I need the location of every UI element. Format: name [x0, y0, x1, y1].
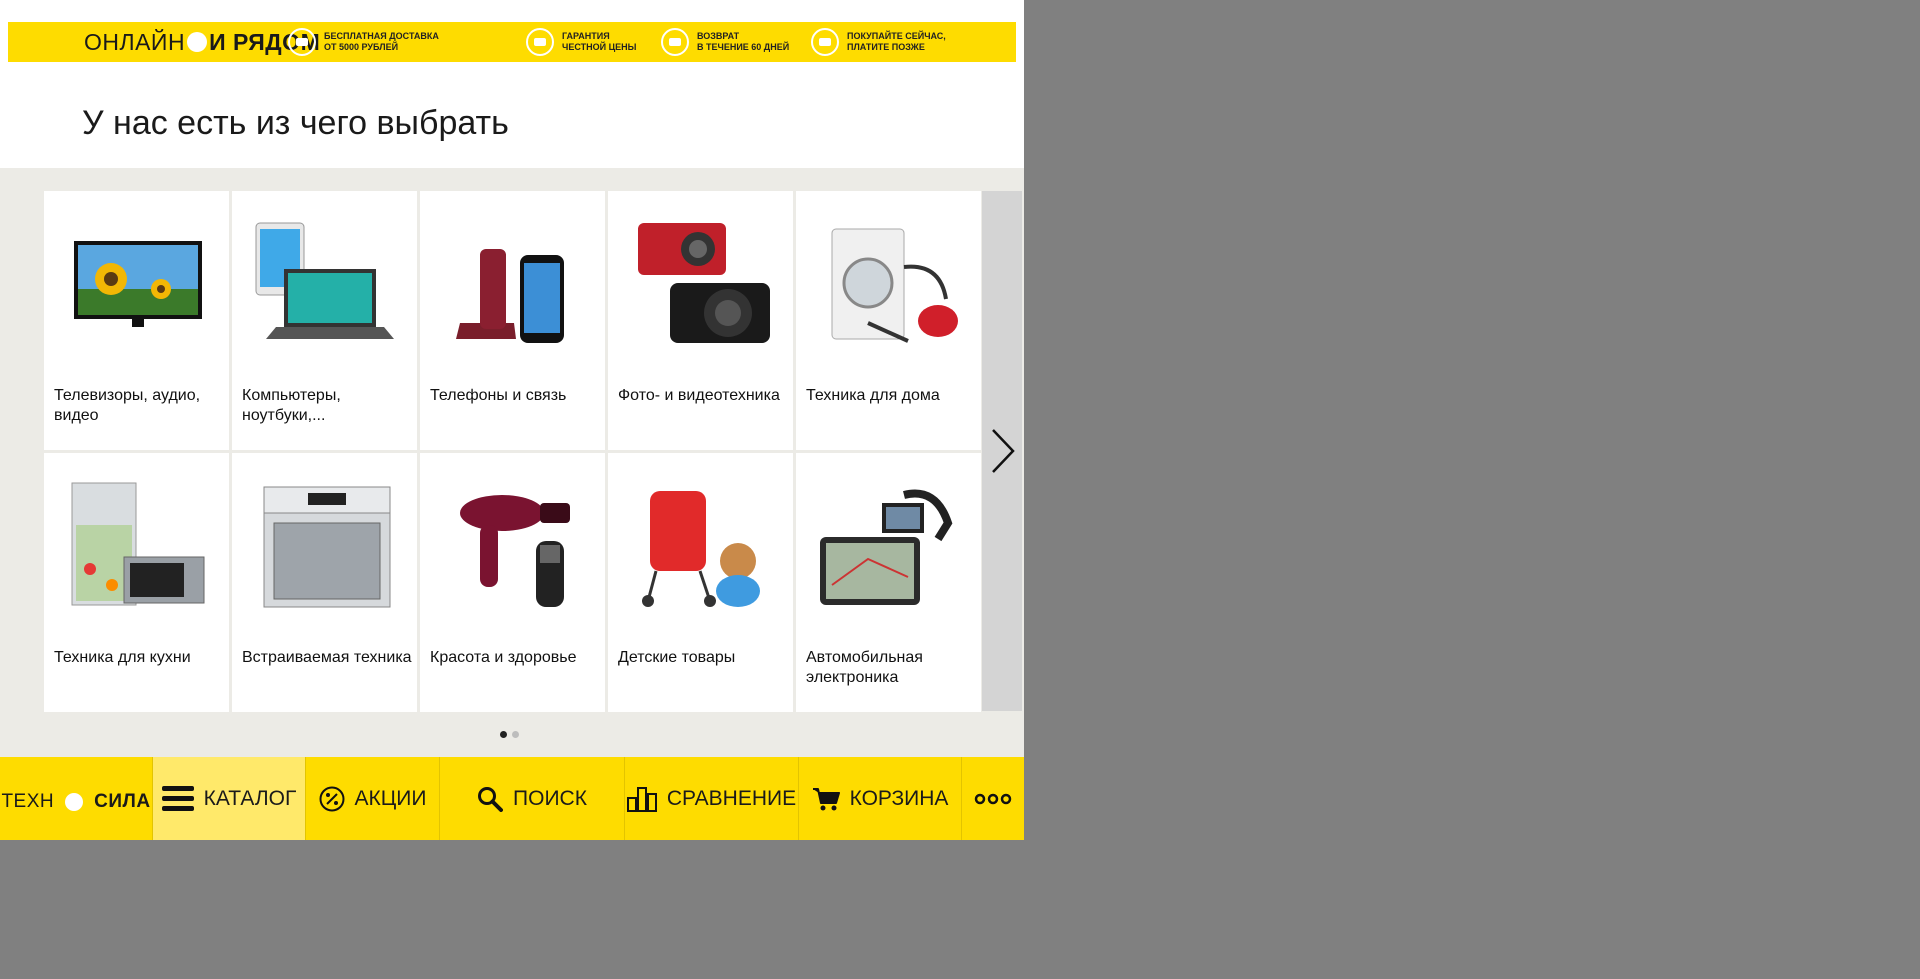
promo-feature-credit: ПОКУПАЙТЕ СЕЙЧАС, ПЛАТИТЕ ПОЗЖЕ	[811, 28, 946, 56]
nav-label: СРАВНЕНИЕ	[666, 786, 797, 810]
credit-icon	[811, 28, 839, 56]
laptop-tablet-icon	[255, 222, 394, 339]
category-card-home[interactable]: Техника для дома	[796, 191, 981, 450]
category-card-photo[interactable]: Фото- и видеотехника	[608, 191, 793, 450]
carousel-pager	[500, 731, 519, 738]
category-label: Красота и здоровье	[430, 649, 577, 666]
fridge-microwave-icon	[71, 482, 205, 606]
stroller-toy-icon	[642, 491, 760, 607]
category-card-beauty[interactable]: Красота и здоровье	[420, 453, 605, 712]
category-label: Детские товары	[618, 649, 736, 666]
promo-feature-text: БЕСПЛАТНАЯ ДОСТАВКА ОТ 5000 РУБЛЕЙ	[324, 31, 439, 52]
category-card-auto[interactable]: Автомобильная электроника	[796, 453, 981, 712]
search-icon	[478, 786, 504, 812]
promo-brand: ОНЛАЙН И РЯДОМ	[84, 29, 320, 56]
category-card-builtin[interactable]: Встраиваемая техника	[232, 453, 417, 712]
promo-feature-text: ГАРАНТИЯ ЧЕСТНОЙ ЦЕНЫ	[562, 31, 637, 52]
bottom-nav: ТЕХН СИЛА КАТАЛОГ АКЦИИ ПОИСК СРАВНЕНИЕ …	[0, 757, 1024, 840]
nav-promotions-button[interactable]: АКЦИИ	[306, 757, 440, 840]
promo-banner[interactable]: ОНЛАЙН И РЯДОМ БЕСПЛАТНАЯ ДОСТАВКА ОТ 50…	[8, 22, 1016, 62]
more-icon	[974, 793, 1012, 804]
promo-brand-left: ОНЛАЙН	[84, 28, 186, 55]
promo-feature-return: ВОЗВРАТ В ТЕЧЕНИЕ 60 ДНЕЙ	[661, 28, 789, 56]
nav-cart-button[interactable]: КОРЗИНА	[799, 757, 962, 840]
category-grid: Телевизоры, аудио, видео Компьютеры, ноу…	[44, 191, 981, 712]
promo-feature-delivery: БЕСПЛАТНАЯ ДОСТАВКА ОТ 5000 РУБЛЕЙ	[288, 28, 439, 56]
catalog-section: Телевизоры, аудио, видео Компьютеры, ноу…	[0, 168, 1024, 757]
page-title: У нас есть из чего выбрать	[82, 104, 509, 142]
nav-compare-button[interactable]: СРАВНЕНИЕ	[625, 757, 799, 840]
pager-dot-1[interactable]	[500, 731, 507, 738]
oven-icon	[263, 486, 391, 608]
hairdryer-shaver-icon	[460, 495, 570, 607]
price-tag-icon	[526, 28, 554, 56]
category-label: Компьютеры, ноутбуки,...	[242, 387, 341, 424]
tv-icon	[74, 241, 202, 327]
chevron-right-icon	[992, 429, 1015, 473]
nav-search-button[interactable]: ПОИСК	[440, 757, 625, 840]
brand-circle-icon	[187, 32, 208, 52]
return-icon	[661, 28, 689, 56]
camera-icon	[638, 223, 770, 343]
nav-label: КОРЗИНА	[849, 786, 949, 810]
nav-label: АКЦИИ	[354, 786, 427, 810]
promo-feature-text: ПОКУПАЙТЕ СЕЙЧАС, ПЛАТИТЕ ПОЗЖЕ	[847, 31, 946, 52]
category-card-phones[interactable]: Телефоны и связь	[420, 191, 605, 450]
category-card-kids[interactable]: Детские товары	[608, 453, 793, 712]
car-navigator-icon	[820, 489, 953, 605]
nav-more-button[interactable]	[962, 757, 1024, 840]
percent-icon	[319, 786, 345, 811]
category-label: Встраиваемая техника	[242, 649, 412, 666]
logo-text-right: СИЛА	[94, 790, 151, 812]
category-label: Фото- и видеотехника	[618, 387, 780, 404]
category-card-computers[interactable]: Компьютеры, ноутбуки,...	[232, 191, 417, 450]
category-label: Техника для дома	[806, 387, 940, 404]
menu-icon	[161, 785, 194, 811]
carousel-next-button[interactable]	[982, 191, 1022, 711]
cart-icon	[812, 787, 840, 810]
nav-label: ПОИСК	[513, 786, 587, 810]
logo-circle-icon	[65, 792, 84, 811]
category-label: Автомобильная электроника	[806, 649, 923, 686]
category-card-tv[interactable]: Телевизоры, аудио, видео	[44, 191, 229, 450]
category-label: Телефоны и связь	[430, 387, 567, 404]
nav-label: КАТАЛОГ	[203, 786, 297, 810]
compare-icon	[626, 786, 657, 812]
category-label: Телевизоры, аудио, видео	[54, 387, 201, 424]
category-card-kitchen[interactable]: Техника для кухни	[44, 453, 229, 712]
phone-icon	[456, 249, 564, 343]
pager-dot-2[interactable]	[512, 731, 519, 738]
truck-icon	[288, 28, 316, 56]
site-logo[interactable]: ТЕХН СИЛА	[0, 757, 153, 840]
app-window: ОНЛАЙН И РЯДОМ БЕСПЛАТНАЯ ДОСТАВКА ОТ 50…	[0, 0, 1024, 840]
washing-machine-icon	[831, 228, 958, 343]
nav-catalog-button[interactable]: КАТАЛОГ	[153, 757, 306, 840]
promo-feature-text: ВОЗВРАТ В ТЕЧЕНИЕ 60 ДНЕЙ	[697, 31, 790, 52]
promo-feature-price: ГАРАНТИЯ ЧЕСТНОЙ ЦЕНЫ	[526, 28, 636, 56]
logo-text-left: ТЕХН	[1, 790, 55, 812]
category-label: Техника для кухни	[54, 649, 191, 666]
